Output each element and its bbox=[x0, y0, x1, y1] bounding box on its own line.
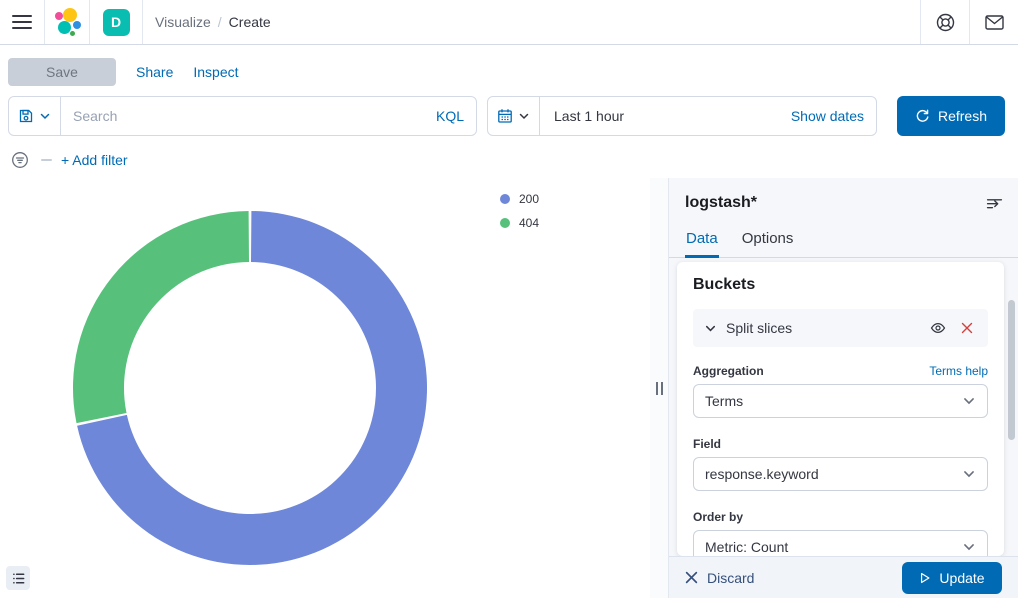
calendar-icon bbox=[497, 108, 513, 124]
filter-bar: + Add filter bbox=[8, 148, 1010, 172]
field-select[interactable]: response.keyword bbox=[693, 457, 988, 491]
divider bbox=[142, 0, 143, 44]
time-range-value[interactable]: Last 1 hour bbox=[540, 108, 791, 124]
query-bar: KQL Last 1 hour Show dates Refresh bbox=[8, 96, 1010, 136]
inspect-button[interactable]: Inspect bbox=[193, 64, 238, 80]
menu-button[interactable] bbox=[0, 0, 44, 44]
menu-right-icon bbox=[986, 195, 1003, 212]
legend-dot bbox=[500, 218, 510, 228]
buckets-panel: Buckets Split slices Aggregation Terms h… bbox=[677, 262, 1004, 556]
update-button[interactable]: Update bbox=[902, 562, 1002, 594]
split-slices-header[interactable]: Split slices bbox=[693, 309, 988, 347]
saved-query-menu-button[interactable] bbox=[9, 97, 61, 135]
space-badge: D bbox=[103, 9, 130, 36]
tab-data[interactable]: Data bbox=[685, 226, 719, 258]
envelope-icon bbox=[985, 15, 1004, 30]
legend-label: 404 bbox=[519, 216, 539, 230]
search-input[interactable] bbox=[61, 108, 436, 124]
chart-area: 200 404 bbox=[0, 178, 650, 598]
panel-resizer[interactable] bbox=[650, 178, 668, 598]
order-by-select[interactable]: Metric: Count bbox=[693, 530, 988, 556]
breadcrumb: Visualize / Create bbox=[155, 14, 271, 30]
save-query-icon bbox=[18, 108, 34, 124]
update-label: Update bbox=[939, 570, 984, 586]
close-icon bbox=[961, 322, 973, 334]
legend-label: 200 bbox=[519, 192, 539, 206]
terms-help-link[interactable]: Terms help bbox=[929, 364, 988, 378]
lifebuoy-help-icon bbox=[936, 13, 955, 32]
elastic-logo[interactable] bbox=[45, 0, 89, 44]
chevron-down-icon bbox=[39, 110, 51, 122]
legend-toggle-button[interactable] bbox=[6, 566, 30, 590]
chart-legend: 200 404 bbox=[500, 191, 539, 230]
chevron-down-icon bbox=[518, 110, 530, 122]
index-pattern-title: logstash* bbox=[685, 194, 757, 212]
help-button[interactable] bbox=[921, 0, 969, 44]
discard-button[interactable]: Discard bbox=[685, 570, 754, 586]
save-button[interactable]: Save bbox=[8, 58, 116, 86]
close-icon bbox=[685, 571, 698, 584]
breadcrumb-create: Create bbox=[229, 14, 271, 30]
aggregation-value: Terms bbox=[705, 393, 743, 409]
field-value: response.keyword bbox=[705, 466, 819, 482]
elastic-logo-icon bbox=[53, 8, 81, 36]
show-dates-link[interactable]: Show dates bbox=[791, 108, 876, 124]
list-icon bbox=[11, 571, 26, 586]
eye-icon bbox=[930, 320, 946, 336]
resizer-grip bbox=[656, 382, 658, 395]
order-by-label: Order by bbox=[693, 510, 988, 524]
toggle-visibility-button[interactable] bbox=[928, 318, 948, 338]
hamburger-icon bbox=[12, 14, 32, 30]
field-label: Field bbox=[693, 437, 988, 451]
chevron-down-icon bbox=[962, 394, 976, 408]
legend-dot bbox=[500, 194, 510, 204]
share-button[interactable]: Share bbox=[136, 64, 173, 80]
buckets-title: Buckets bbox=[693, 276, 988, 294]
main-content: 200404 logstash* Data Options Buck bbox=[0, 178, 1018, 598]
refresh-button[interactable]: Refresh bbox=[897, 96, 1005, 136]
collapse-sidebar-button[interactable] bbox=[982, 191, 1006, 215]
sidebar-tabs: Data Options bbox=[669, 226, 1018, 258]
donut-chart bbox=[0, 178, 650, 598]
kql-language-button[interactable]: KQL bbox=[436, 108, 476, 124]
panel-scrollbar-thumb[interactable] bbox=[1008, 300, 1015, 440]
chevron-down-icon bbox=[962, 467, 976, 481]
top-navigation: D Visualize / Create bbox=[0, 0, 1018, 45]
date-quick-select-button[interactable] bbox=[488, 97, 540, 135]
play-icon bbox=[919, 572, 931, 584]
breadcrumb-separator: / bbox=[218, 14, 222, 30]
data-config-sidebar: logstash* Data Options Buckets Split sli… bbox=[668, 178, 1018, 598]
sidebar-footer: Discard Update bbox=[669, 556, 1018, 598]
remove-bucket-button[interactable] bbox=[957, 318, 977, 338]
refresh-icon bbox=[915, 109, 930, 124]
refresh-label: Refresh bbox=[938, 108, 987, 124]
aggregation-row: Aggregation Terms help bbox=[693, 364, 988, 378]
donut-slice-404[interactable] bbox=[73, 211, 249, 423]
kibana-visualize-app: D Visualize / Create Save Share Inspect bbox=[0, 0, 1018, 598]
breadcrumb-visualize[interactable]: Visualize bbox=[155, 14, 211, 30]
filter-icon bbox=[11, 151, 29, 169]
space-selector[interactable]: D bbox=[90, 0, 142, 44]
action-bar: Save Share Inspect bbox=[8, 58, 1018, 86]
split-slices-label: Split slices bbox=[726, 320, 792, 336]
resizer-grip bbox=[661, 382, 663, 395]
mail-button[interactable] bbox=[970, 0, 1018, 44]
chevron-down-icon bbox=[962, 540, 976, 554]
date-picker-group: Last 1 hour Show dates bbox=[487, 96, 877, 136]
filter-options-button[interactable] bbox=[8, 148, 32, 172]
add-filter-link[interactable]: + Add filter bbox=[61, 152, 128, 168]
aggregation-select[interactable]: Terms bbox=[693, 384, 988, 418]
filter-dash bbox=[41, 159, 52, 161]
order-by-value: Metric: Count bbox=[705, 539, 788, 555]
legend-item-200[interactable]: 200 bbox=[500, 191, 539, 206]
discard-label: Discard bbox=[707, 570, 754, 586]
legend-item-404[interactable]: 404 bbox=[500, 215, 539, 230]
chevron-down-icon bbox=[704, 322, 717, 335]
search-input-group: KQL bbox=[8, 96, 477, 136]
sidebar-header: logstash* bbox=[669, 178, 1018, 215]
aggregation-label: Aggregation bbox=[693, 364, 764, 378]
tab-options[interactable]: Options bbox=[741, 226, 795, 258]
